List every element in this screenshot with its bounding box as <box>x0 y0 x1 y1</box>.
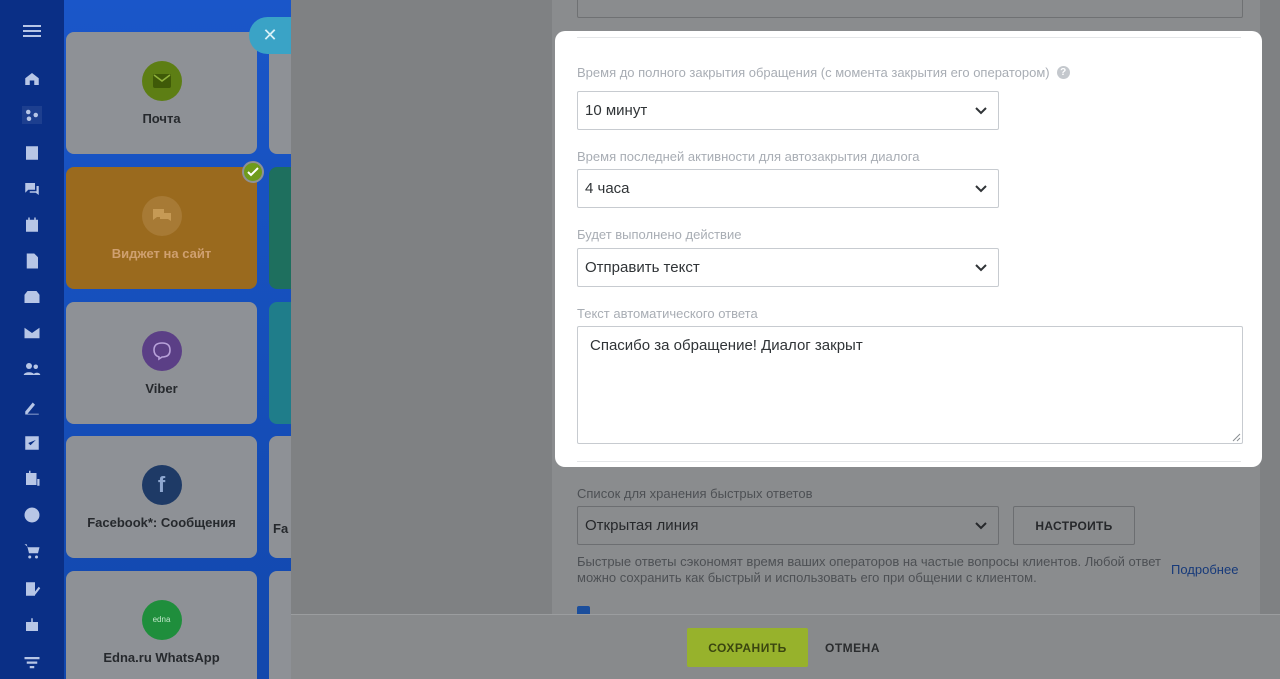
channel-tile-partial[interactable] <box>269 167 291 289</box>
chevron-down-icon <box>974 104 988 118</box>
sign-icon[interactable] <box>22 398 42 416</box>
channel-tile-label: Viber <box>145 380 178 396</box>
auto-close-activity-label: Время последней активности для автозакры… <box>577 149 920 164</box>
mail-icon[interactable] <box>22 324 42 342</box>
connected-check-icon <box>242 161 264 183</box>
document-icon[interactable] <box>22 252 42 270</box>
auto-reply-text: Спасибо за обращение! Диалог закрыт <box>590 337 863 354</box>
channel-tile-partial[interactable] <box>269 571 291 679</box>
edna-icon: edna <box>141 599 182 640</box>
channel-tile-facebook[interactable]: f Facebook*: Сообщения <box>66 436 257 558</box>
divider <box>577 37 1241 38</box>
action-label: Будет выполнено действие <box>577 227 742 242</box>
close-time-select[interactable]: 10 минут <box>577 91 999 130</box>
previous-textarea[interactable] <box>577 0 1243 18</box>
auto-close-settings-card: Время до полного закрытия обращения (с м… <box>555 31 1262 467</box>
chevron-down-icon <box>974 261 988 275</box>
channel-tile-partial[interactable] <box>269 302 291 424</box>
resize-handle-icon[interactable] <box>1232 433 1241 442</box>
home-icon[interactable] <box>22 70 42 88</box>
auto-close-activity-select[interactable]: 4 часа <box>577 169 999 208</box>
chevron-down-icon <box>974 519 988 533</box>
facebook-icon: f <box>141 464 182 505</box>
auto-reply-label: Текст автоматического ответа <box>577 306 758 321</box>
divider <box>577 461 1241 462</box>
cancel-button[interactable]: ОТМЕНА <box>825 628 880 667</box>
channel-tile-mail[interactable]: Почта <box>66 32 257 154</box>
chevron-down-icon <box>974 182 988 196</box>
channel-tile-label: Facebook*: Сообщения <box>87 514 236 530</box>
action-value: Отправить текст <box>585 259 700 276</box>
close-icon: ✕ <box>262 25 278 45</box>
calendar-icon[interactable] <box>22 216 42 234</box>
menu-icon[interactable] <box>22 22 42 40</box>
channel-tile-widget[interactable]: Виджет на сайт <box>66 161 264 289</box>
crm-icon[interactable] <box>22 470 42 488</box>
robot-icon[interactable] <box>22 616 42 634</box>
channel-tile-label: Edna.ru WhatsApp <box>103 649 220 665</box>
quick-answers-value: Открытая линия <box>585 517 699 534</box>
action-select[interactable]: Отправить текст <box>577 248 999 287</box>
mail-icon <box>141 60 182 101</box>
contacts-icon[interactable] <box>22 360 42 378</box>
channel-tile-viber[interactable]: Viber <box>66 302 257 424</box>
channel-tile-label: Виджет на сайт <box>111 245 212 261</box>
left-nav-rail <box>0 0 64 679</box>
close-slider-button[interactable]: ✕ <box>249 17 291 54</box>
channel-tile-label: Почта <box>142 110 181 126</box>
filter-icon[interactable] <box>22 654 42 672</box>
help-icon[interactable]: ? <box>1056 66 1070 79</box>
channels-grid: Почта Виджет на сайт Viber f Facebook*: … <box>64 0 291 679</box>
channel-tile-partial[interactable]: Fa <box>269 436 291 558</box>
close-time-value: 10 минут <box>585 102 648 119</box>
save-button[interactable]: СОХРАНИТЬ <box>687 628 808 667</box>
auto-close-activity-value: 4 часа <box>585 180 630 197</box>
channel-tile-edna[interactable]: edna Edna.ru WhatsApp <box>66 571 257 679</box>
quick-answers-label: Список для хранения быстрых ответов <box>577 486 813 501</box>
viber-icon <box>141 330 182 371</box>
configure-button[interactable]: НАСТРОИТЬ <box>1013 506 1135 545</box>
chat-bubbles-icon <box>141 195 182 236</box>
auto-reply-textarea[interactable]: Спасибо за обращение! Диалог закрыт <box>577 326 1243 444</box>
drive-icon[interactable] <box>22 288 42 306</box>
chat-icon[interactable] <box>22 180 42 198</box>
edit-icon[interactable] <box>22 580 42 598</box>
shop-icon[interactable] <box>22 542 42 560</box>
tasks-icon[interactable] <box>22 434 42 452</box>
sites-icon[interactable] <box>22 106 42 124</box>
more-link[interactable]: Подробнее <box>1171 562 1238 577</box>
target-icon[interactable] <box>22 506 42 524</box>
quick-answers-select[interactable]: Открытая линия <box>577 506 999 545</box>
close-time-label: Время до полного закрытия обращения (с м… <box>577 65 1070 80</box>
quick-answers-hint: Быстрые ответы сэкономят время ваших опе… <box>577 554 1161 585</box>
feed-icon[interactable] <box>22 144 42 162</box>
